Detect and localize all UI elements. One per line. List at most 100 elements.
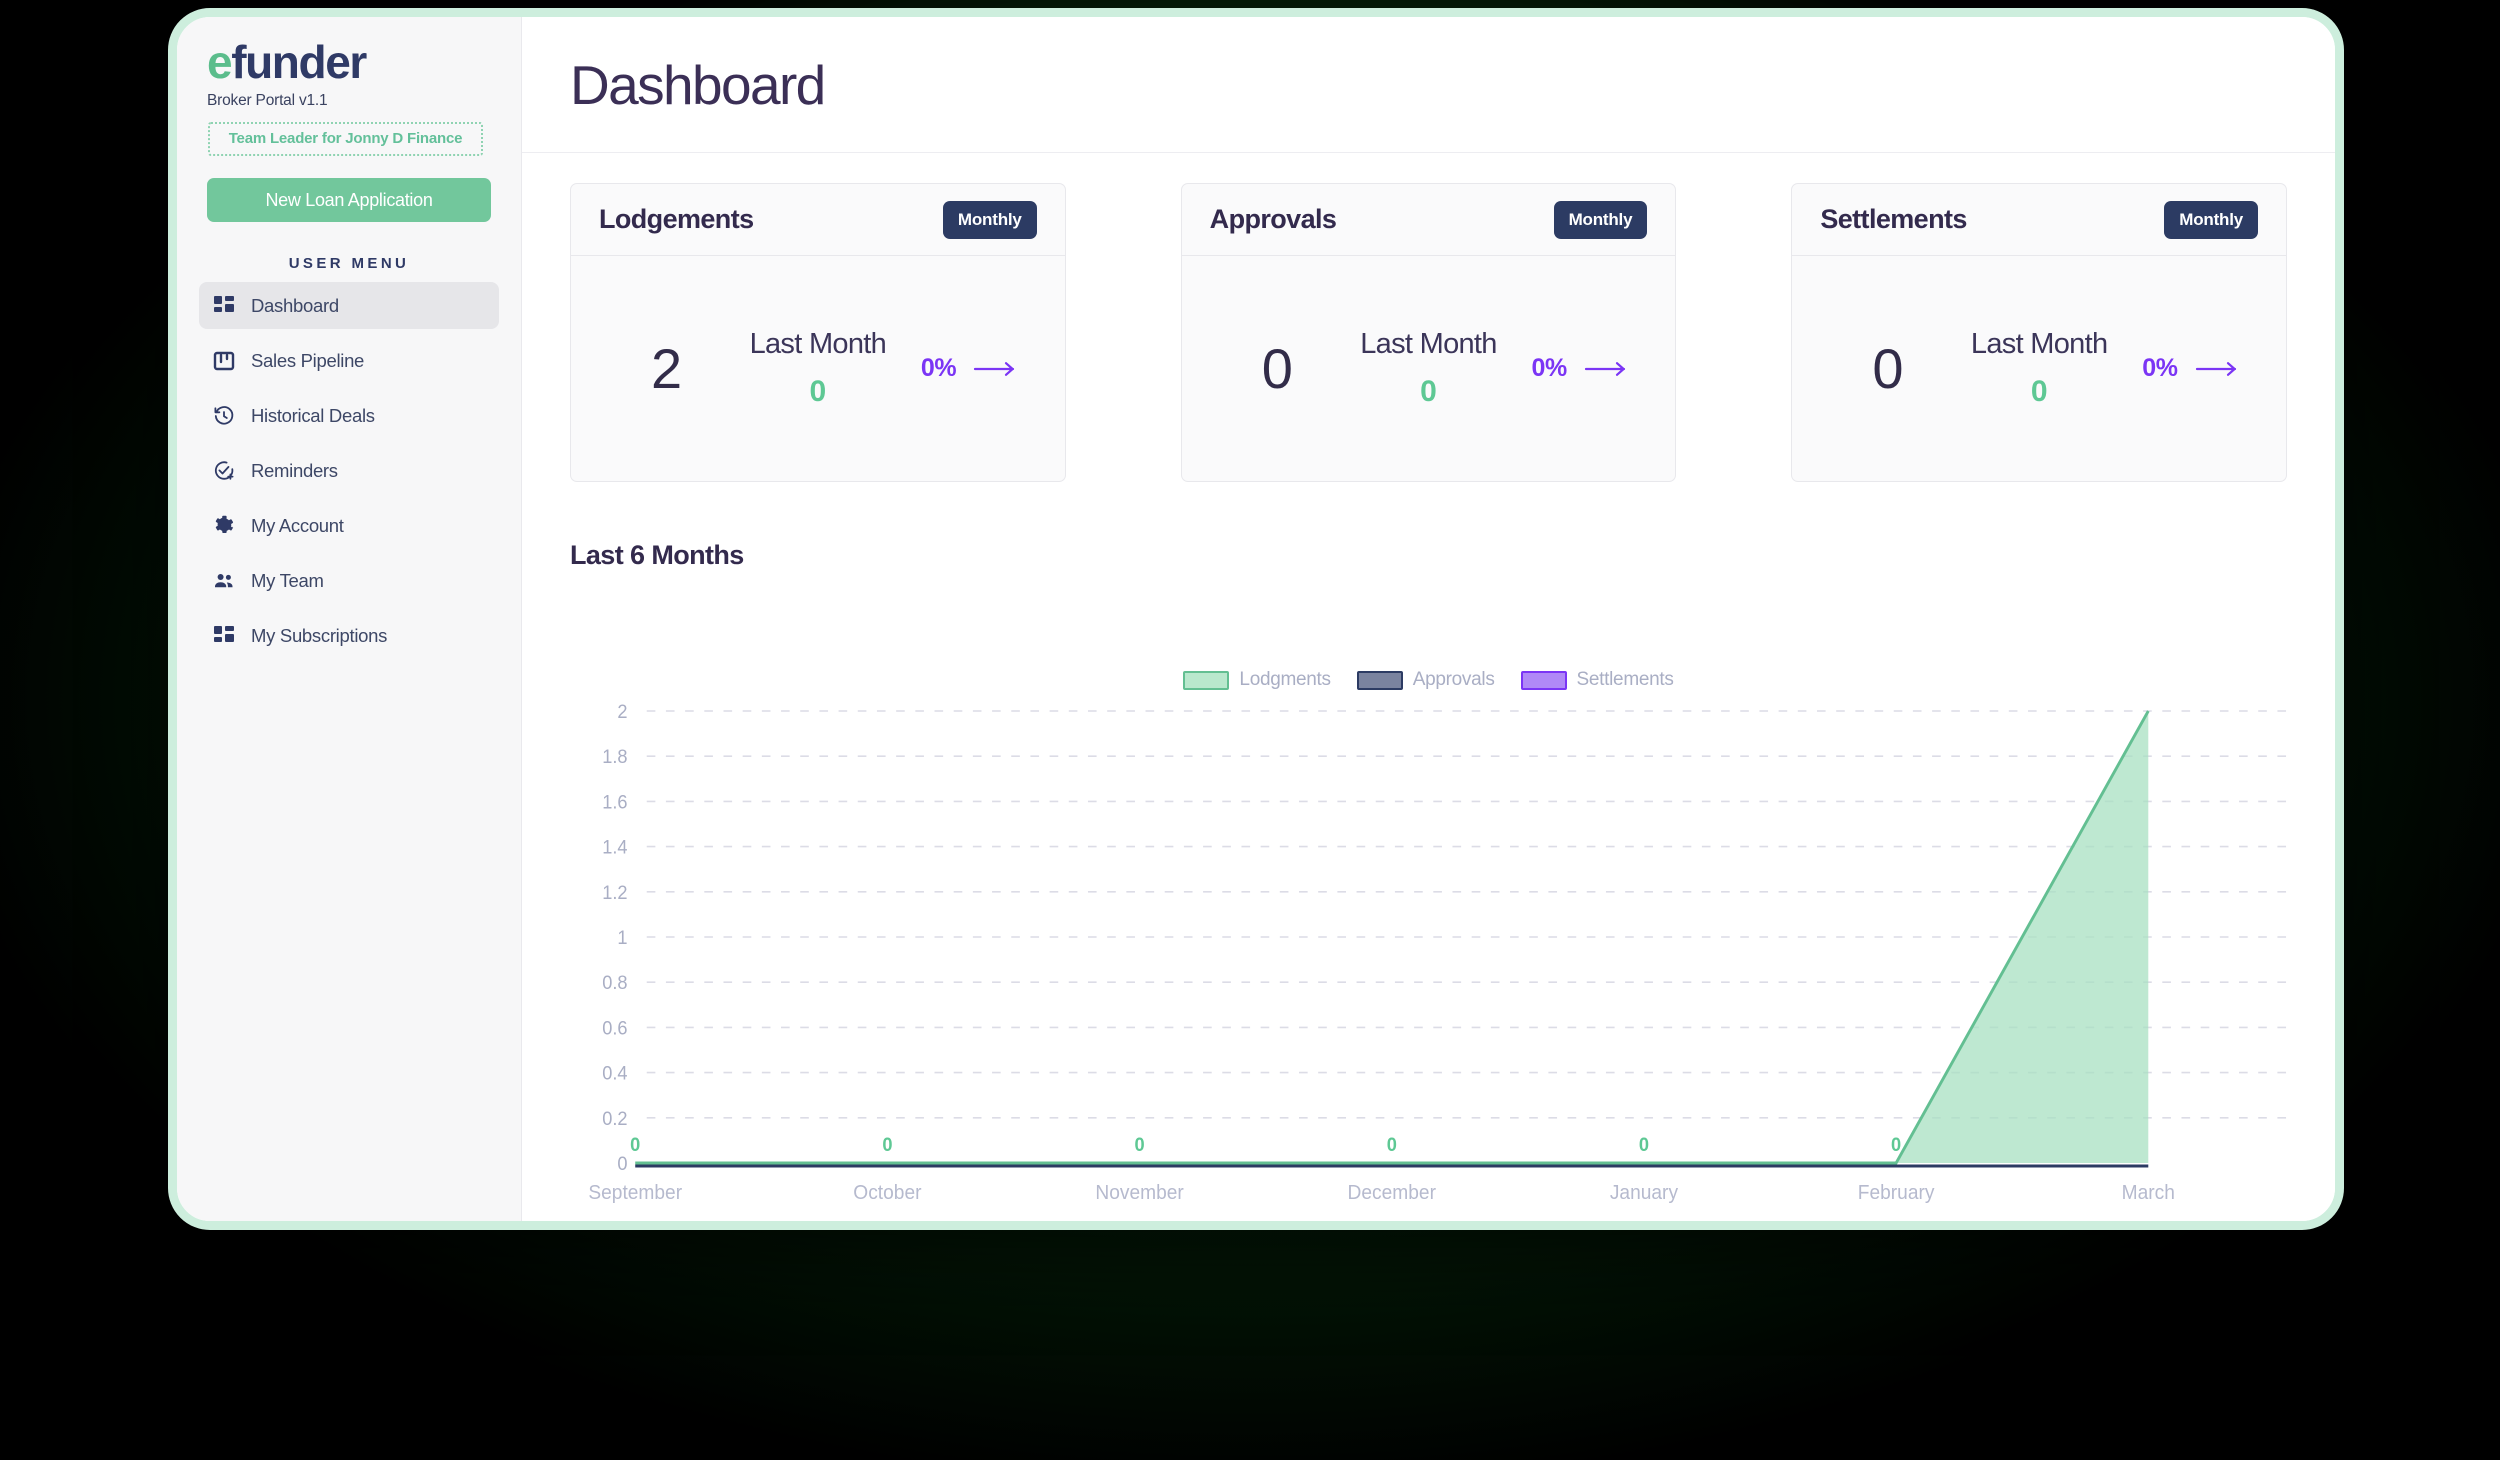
- card-comparison-value: 0: [2030, 375, 2048, 408]
- grid-icon: [213, 295, 235, 317]
- card-delta-percent: 0%: [1531, 354, 1568, 382]
- new-loan-application-button[interactable]: New Loan Application: [207, 178, 491, 222]
- y-axis-tick-label: 0.2: [602, 1107, 627, 1128]
- card-title: Approvals: [1209, 204, 1337, 234]
- page-title: Dashboard: [570, 53, 826, 116]
- sidebar-item-my-account[interactable]: My Account: [199, 502, 499, 549]
- browser-window: efunder Broker Portal v1.1 Team Leader f…: [168, 8, 2344, 1230]
- main-content: Dashboard Lodgements Monthly 2 Last Mont…: [522, 17, 2335, 1221]
- card-comparison: Last Month 0: [1964, 328, 2115, 409]
- sidebar-item-label: My Team: [251, 569, 324, 591]
- chart-section: Last 6 Months Lodgments Approvals Settle…: [570, 540, 2287, 1221]
- history-clock-icon: [213, 405, 235, 427]
- period-toggle-button[interactable]: Monthly: [942, 200, 1037, 239]
- stat-cards: Lodgements Monthly 2 Last Month 0 0% App…: [570, 183, 2288, 482]
- y-axis-tick-label: 2: [617, 701, 627, 722]
- card-header: Lodgements Monthly: [571, 184, 1065, 256]
- card-primary-value: 0: [1872, 336, 1904, 400]
- card-comparison-label: Last Month: [1360, 328, 1497, 360]
- chart-x-axis-ticks: September October November December January F…: [588, 1182, 2175, 1204]
- chart-series: [635, 710, 2150, 1168]
- x-axis-tick-label: September: [588, 1182, 682, 1204]
- sidebar-item-label: Sales Pipeline: [251, 349, 365, 371]
- sidebar-nav: Dashboard Sales Pipeline Historical Deal…: [177, 282, 521, 667]
- card-title: Lodgements: [599, 204, 754, 234]
- y-axis-tick-label: 1.4: [602, 836, 627, 857]
- x-axis-tick-label: October: [853, 1182, 922, 1204]
- sidebar-item-label: My Account: [251, 514, 344, 536]
- portal-version-label: Broker Portal v1.1: [207, 92, 328, 109]
- sidebar-item-sales-pipeline[interactable]: Sales Pipeline: [199, 337, 499, 384]
- user-menu-heading: USER MENU: [288, 255, 410, 272]
- sidebar-item-label: Reminders: [251, 459, 338, 481]
- data-point-label: 0: [882, 1134, 892, 1155]
- data-point-label: 0: [1891, 1134, 1901, 1155]
- card-primary-value: 0: [1261, 336, 1293, 400]
- card-body: 0 Last Month 0 0%: [1182, 256, 1676, 481]
- sidebar-item-label: Historical Deals: [251, 404, 375, 426]
- chart-title: Last 6 Months: [570, 540, 744, 570]
- data-point-label: 0: [1135, 1134, 1145, 1155]
- logo-wordmark: funder: [231, 36, 367, 88]
- stat-card-settlements: Settlements Monthly 0 Last Month 0 0%: [1791, 183, 2288, 482]
- sidebar-item-my-subscriptions[interactable]: My Subscriptions: [199, 612, 499, 659]
- sidebar-item-my-team[interactable]: My Team: [199, 557, 499, 604]
- y-axis-tick-label: 0: [617, 1153, 627, 1174]
- arrow-right-icon: [973, 361, 1017, 377]
- x-axis-tick-label: December: [1348, 1182, 1437, 1204]
- x-axis-tick-label: January: [1610, 1182, 1678, 1204]
- role-badge: Team Leader for Jonny D Finance: [208, 122, 483, 156]
- check-circle-plus-icon: [213, 460, 235, 482]
- sidebar: efunder Broker Portal v1.1 Team Leader f…: [177, 17, 522, 1221]
- card-delta: 0%: [2115, 354, 2266, 383]
- brand-block: efunder Broker Portal v1.1 Team Leader f…: [177, 39, 521, 156]
- chart-plot: 00.20.40.60.811.21.41.61.82 September Oct…: [588, 701, 2287, 1204]
- y-axis-tick-label: 0.4: [602, 1062, 627, 1083]
- data-point-label: 0: [1387, 1134, 1397, 1155]
- card-comparison-label: Last Month: [1970, 328, 2108, 360]
- sidebar-item-label: My Subscriptions: [251, 624, 388, 646]
- data-point-label: 0: [630, 1134, 640, 1155]
- period-toggle-button[interactable]: Monthly: [1553, 200, 1648, 239]
- y-axis-tick-label: 1.6: [602, 791, 627, 812]
- logo-e-mark: e: [207, 36, 233, 88]
- card-body: 0 Last Month 0 0%: [1792, 256, 2286, 481]
- x-axis-tick-label: February: [1858, 1182, 1935, 1204]
- app-logo: efunder: [207, 39, 491, 85]
- sidebar-item-dashboard[interactable]: Dashboard: [199, 282, 499, 329]
- x-axis-tick-label: March: [2122, 1182, 2175, 1204]
- card-body: 2 Last Month 0 0%: [571, 256, 1065, 481]
- kanban-icon: [213, 350, 235, 372]
- y-axis-tick-label: 0.8: [602, 972, 627, 993]
- page-header: Dashboard: [522, 17, 2335, 153]
- period-toggle-button[interactable]: Monthly: [2164, 200, 2259, 239]
- chart-y-axis-ticks: 0 0.2 0.4 0.6 0.8 1 1.2 1.4 1.6 1.8 2: [602, 701, 627, 1174]
- people-icon: [213, 570, 235, 592]
- card-comparison-value: 0: [1420, 375, 1437, 408]
- sidebar-item-reminders[interactable]: Reminders: [199, 447, 499, 494]
- card-title: Settlements: [1820, 204, 1967, 234]
- chart-data-labels: 0 0 0 0 0 0: [630, 1134, 1901, 1155]
- card-comparison: Last Month 0: [742, 328, 893, 409]
- gear-icon: [213, 515, 235, 537]
- y-axis-tick-label: 1: [617, 927, 627, 948]
- content-area: Lodgements Monthly 2 Last Month 0 0% App…: [522, 153, 2335, 1221]
- card-delta-percent: 0%: [2142, 354, 2178, 382]
- arrow-right-icon: [1584, 361, 1628, 377]
- card-header: Approvals Monthly: [1181, 184, 1676, 256]
- card-delta-percent: 0%: [920, 354, 957, 382]
- card-header: Settlements Monthly: [1792, 184, 2287, 256]
- card-comparison-label: Last Month: [749, 328, 887, 360]
- card-delta: 0%: [1504, 354, 1655, 383]
- card-primary-value: 2: [651, 336, 683, 400]
- grid-icon: [213, 625, 235, 647]
- data-point-label: 0: [1639, 1134, 1649, 1155]
- y-axis-tick-label: 1.8: [602, 746, 627, 767]
- sidebar-item-historical-deals[interactable]: Historical Deals: [199, 392, 499, 439]
- sidebar-item-label: Dashboard: [251, 294, 339, 316]
- x-axis-tick-label: November: [1095, 1182, 1184, 1204]
- y-axis-tick-label: 1.2: [602, 881, 627, 902]
- stat-card-lodgements: Lodgements Monthly 2 Last Month 0 0%: [570, 183, 1066, 482]
- card-comparison-value: 0: [809, 375, 827, 408]
- stat-card-approvals: Approvals Monthly 0 Last Month 0 0%: [1180, 183, 1677, 482]
